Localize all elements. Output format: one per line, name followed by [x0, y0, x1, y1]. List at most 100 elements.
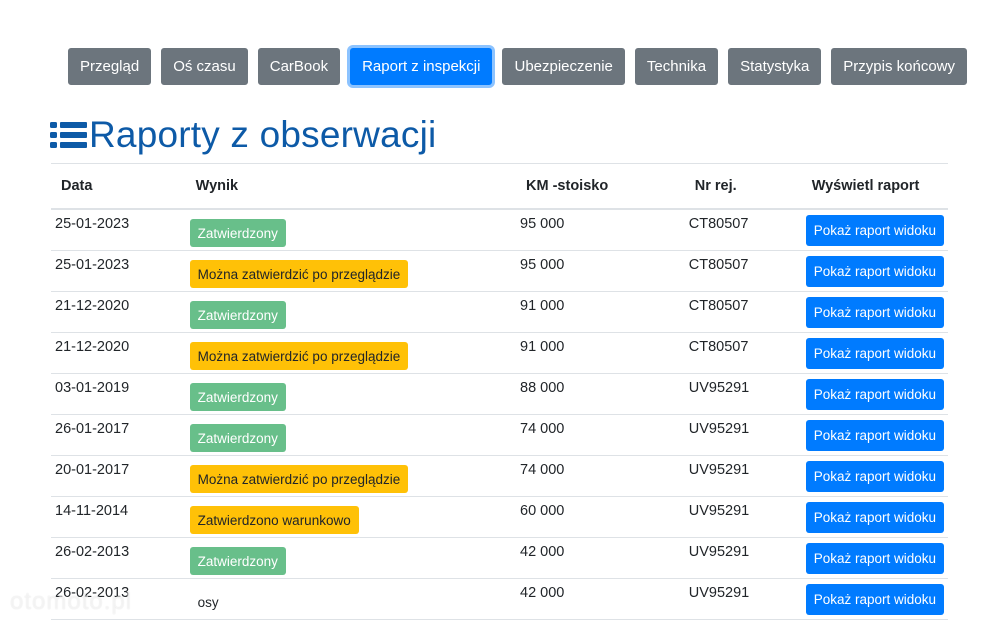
date-text: 14-11-2014 — [55, 503, 129, 519]
cell-view-report: Pokaż raport widoku — [801, 455, 948, 497]
registration-text: CT80507 — [688, 339, 749, 355]
show-report-button[interactable]: Pokaż raport widoku — [805, 378, 944, 410]
cell-registration: CT80507 — [684, 332, 802, 374]
km-text: 60 000 — [520, 503, 565, 519]
show-report-button[interactable]: Pokaż raport widoku — [805, 460, 944, 492]
km-text: 42 000 — [520, 544, 565, 560]
cell-date: 03-01-2019 — [51, 373, 186, 415]
date-text: 26-01-2017 — [55, 421, 130, 437]
result-text: osy — [197, 595, 219, 610]
cell-registration: CT80507 — [684, 250, 802, 292]
show-report-button[interactable]: Pokaż raport widoku — [805, 255, 944, 287]
status-badge: Można zatwierdzić po przeglądzie — [189, 465, 409, 493]
date-text: 25-01-2023 — [55, 257, 130, 273]
table-row: 25-01-2023 Można zatwierdzić po przeglądz… — [51, 250, 948, 292]
show-report-button[interactable]: Pokaż raport widoku — [805, 337, 944, 369]
cell-result: osy — [185, 578, 517, 620]
registration-text: UV95291 — [688, 421, 750, 437]
cell-registration: UV95291 — [684, 496, 802, 538]
date-text: 21-12-2020 — [55, 339, 130, 355]
table-row: 26-01-2017 Zatwierdzony 74 000 UV95291 Pokaż… — [51, 414, 948, 456]
tab-przegląd[interactable]: Przegląd — [68, 47, 152, 85]
column-header-view-report: Wyświetl raport — [801, 163, 948, 210]
km-text: 95 000 — [520, 216, 565, 232]
registration-text: UV95291 — [688, 585, 750, 601]
page-heading: Raporty z obserwacji — [50, 112, 436, 158]
cell-view-report: Pokaż raport widoku — [801, 291, 948, 333]
reports-table: Data Wynik KM -stoisko Nr rej. Wyświetl … — [51, 163, 948, 620]
cell-registration: UV95291 — [684, 578, 802, 620]
show-report-button[interactable]: Pokaż raport widoku — [805, 542, 944, 574]
cell-km: 91 000 — [516, 291, 685, 333]
km-text: 42 000 — [520, 585, 565, 601]
tab-carbook[interactable]: CarBook — [257, 47, 341, 85]
tab-technika[interactable]: Technika — [634, 47, 719, 85]
cell-result: Można zatwierdzić po przeglądzie — [185, 455, 517, 497]
date-text: 25-01-2023 — [55, 216, 130, 232]
status-badge: Można zatwierdzić po przeglądzie — [189, 260, 409, 288]
km-text: 74 000 — [520, 421, 565, 437]
registration-text: CT80507 — [688, 298, 749, 314]
cell-registration: UV95291 — [684, 373, 802, 415]
status-badge: Zatwierdzony — [189, 547, 286, 575]
km-text: 91 000 — [520, 339, 565, 355]
tab-ubezpieczenie[interactable]: Ubezpieczenie — [502, 47, 625, 85]
cell-view-report: Pokaż raport widoku — [801, 537, 948, 579]
column-header-date: Data — [51, 163, 186, 210]
cell-km: 95 000 — [516, 209, 685, 251]
cell-km: 74 000 — [516, 455, 685, 497]
registration-text: UV95291 — [688, 503, 750, 519]
cell-result: Można zatwierdzić po przeglądzie — [185, 250, 517, 292]
tab-oś-czasu[interactable]: Oś czasu — [161, 47, 248, 85]
tab-statystyka[interactable]: Statystyka — [728, 47, 822, 85]
status-badge: Zatwierdzony — [189, 424, 286, 452]
cell-result: Zatwierdzony — [185, 373, 517, 415]
show-report-button[interactable]: Pokaż raport widoku — [805, 501, 944, 533]
cell-km: 74 000 — [516, 414, 685, 456]
table-row: 14-11-2014 Zatwierdzono warunkowo 60 000 UV… — [51, 496, 948, 538]
cell-km: 42 000 — [516, 578, 685, 620]
column-header-result: Wynik — [185, 163, 517, 210]
table-row: 20-01-2017 Można zatwierdzić po przeglądz… — [51, 455, 948, 497]
status-badge: Zatwierdzony — [189, 301, 286, 329]
cell-registration: CT80507 — [684, 291, 802, 333]
status-badge: Można zatwierdzić po przeglądzie — [189, 342, 409, 370]
date-text: 26-02-2013 — [55, 585, 130, 601]
km-text: 95 000 — [520, 257, 565, 273]
cell-km: 91 000 — [516, 332, 685, 374]
cell-result: Można zatwierdzić po przeglądzie — [185, 332, 517, 374]
km-text: 74 000 — [520, 462, 565, 478]
cell-view-report: Pokaż raport widoku — [801, 578, 948, 620]
tab-bar: Przegląd Oś czasu CarBook Raport z inspekcj… — [68, 47, 967, 85]
cell-registration: UV95291 — [684, 455, 802, 497]
table-row: 25-01-2023 Zatwierdzony 95 000 CT80507 Pokaż… — [51, 209, 948, 251]
table-row: 21-12-2020 Można zatwierdzić po przeglądz… — [51, 332, 948, 374]
column-header-km: KM -stoisko — [516, 163, 685, 210]
km-text: 88 000 — [520, 380, 565, 396]
cell-registration: UV95291 — [684, 537, 802, 579]
date-text: 03-01-2019 — [55, 380, 130, 396]
tab-raport-z-inspekcji[interactable]: Raport z inspekcji — [350, 47, 493, 85]
table-row: 03-01-2019 Zatwierdzony 88 000 UV95291 Pokaż… — [51, 373, 948, 415]
cell-result: Zatwierdzony — [185, 209, 517, 251]
cell-date: 21-12-2020 — [51, 332, 186, 374]
cell-registration: UV95291 — [684, 414, 802, 456]
status-badge: Zatwierdzony — [189, 383, 286, 411]
page-title: Raporty z obserwacji — [89, 114, 437, 155]
tab-przypis-końcowy[interactable]: Przypis końcowy — [831, 47, 967, 85]
cell-date: 25-01-2023 — [51, 209, 186, 251]
km-text: 91 000 — [520, 298, 565, 314]
cell-date: 21-12-2020 — [51, 291, 186, 333]
cell-view-report: Pokaż raport widoku — [801, 332, 948, 374]
show-report-button[interactable]: Pokaż raport widoku — [805, 296, 944, 328]
show-report-button[interactable]: Pokaż raport widoku — [805, 419, 944, 451]
registration-text: UV95291 — [688, 544, 750, 560]
date-text: 26-02-2013 — [55, 544, 130, 560]
cell-km: 42 000 — [516, 537, 685, 579]
status-badge: Zatwierdzony — [189, 219, 286, 247]
registration-text: CT80507 — [688, 216, 749, 232]
show-report-button[interactable]: Pokaż raport widoku — [805, 214, 944, 246]
cell-km: 60 000 — [516, 496, 685, 538]
show-report-button[interactable]: Pokaż raport widoku — [805, 583, 944, 615]
list-icon — [50, 122, 87, 148]
